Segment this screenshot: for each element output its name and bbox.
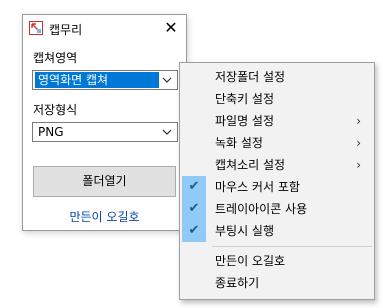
checkmark-icon: ✔ — [188, 201, 200, 216]
menu-item-label: 부팅시 실행 — [215, 224, 275, 238]
save-format-value: PNG — [38, 125, 64, 139]
menu-item-recording[interactable]: 녹화 설정 › — [181, 132, 373, 154]
title-bar[interactable]: 캡무리 ✕ — [23, 15, 186, 41]
context-menu: 저장폴더 설정 단축키 설정 파일명 설정 › 녹화 설정 › 캡쳐소리 설정 … — [179, 62, 375, 300]
checkmark-icon: ✔ — [188, 223, 200, 238]
capture-area-value: 영역화면 캡쳐 — [35, 72, 159, 88]
menu-gutter — [182, 250, 206, 272]
capture-area-select[interactable]: 영역화면 캡쳐 — [32, 70, 178, 90]
menu-gutter — [182, 110, 206, 132]
menu-gutter — [182, 154, 206, 176]
close-icon[interactable]: ✕ — [160, 17, 182, 39]
capture-app-window: 캡무리 ✕ 캡쳐영역 영역화면 캡쳐 저장형식 PNG 폴더열기 만든이 오길호 — [22, 14, 187, 231]
checkmark-icon: ✔ — [188, 179, 200, 194]
open-folder-button[interactable]: 폴더열기 — [33, 166, 176, 197]
window-title: 캡무리 — [49, 23, 83, 37]
app-icon — [29, 21, 43, 35]
menu-item-hotkey[interactable]: 단축키 설정 — [181, 88, 373, 110]
menu-item-label: 종료하기 — [215, 276, 260, 290]
menu-item-author[interactable]: 만든이 오길호 — [181, 250, 373, 272]
menu-item-run-at-boot[interactable]: ✔ 부팅시 실행 — [181, 220, 373, 242]
menu-gutter — [182, 132, 206, 154]
menu-item-label: 캡쳐소리 설정 — [215, 158, 286, 172]
menu-gutter — [182, 272, 206, 294]
submenu-arrow-icon: › — [356, 136, 361, 150]
author-link[interactable]: 만든이 오길호 — [23, 208, 186, 225]
submenu-arrow-icon: › — [356, 114, 361, 128]
menu-item-include-cursor[interactable]: ✔ 마우스 커서 포함 — [181, 176, 373, 198]
menu-item-filename[interactable]: 파일명 설정 › — [181, 110, 373, 132]
capture-area-label: 캡쳐영역 — [33, 51, 78, 65]
menu-item-label: 마우스 커서 포함 — [215, 180, 300, 194]
menu-gutter — [182, 88, 206, 110]
menu-item-capture-sound[interactable]: 캡쳐소리 설정 › — [181, 154, 373, 176]
submenu-arrow-icon: › — [356, 158, 361, 172]
menu-item-label: 단축키 설정 — [215, 92, 275, 106]
save-format-label: 저장형식 — [33, 103, 78, 117]
menu-item-exit[interactable]: 종료하기 — [181, 272, 373, 294]
menu-item-label: 만든이 오길호 — [215, 254, 286, 268]
menu-item-save-folder[interactable]: 저장폴더 설정 — [181, 66, 373, 88]
menu-gutter — [182, 66, 206, 88]
menu-item-label: 트레이아이콘 사용 — [215, 202, 308, 216]
menu-separator — [212, 246, 372, 247]
chevron-down-icon[interactable] — [160, 72, 174, 88]
menu-item-label: 저장폴더 설정 — [215, 70, 286, 84]
save-format-select[interactable]: PNG — [32, 122, 178, 142]
menu-item-label: 파일명 설정 — [215, 114, 275, 128]
chevron-down-icon[interactable] — [160, 124, 174, 140]
menu-item-label: 녹화 설정 — [215, 136, 263, 150]
menu-item-tray-icon[interactable]: ✔ 트레이아이콘 사용 — [181, 198, 373, 220]
